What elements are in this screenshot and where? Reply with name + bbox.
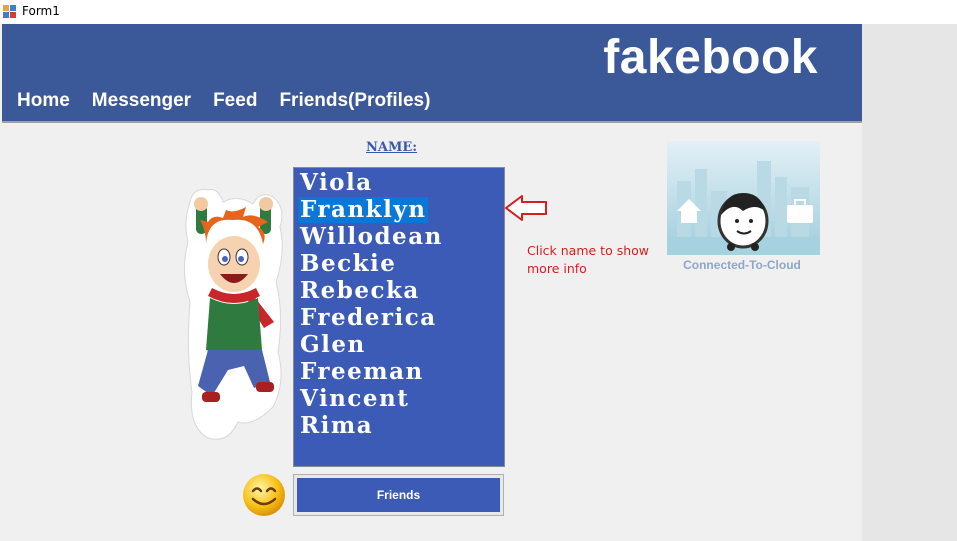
list-item[interactable]: Vincent xyxy=(298,386,411,412)
list-item-selected[interactable]: Franklyn xyxy=(298,197,429,223)
smiley-face-icon xyxy=(243,474,285,516)
nav-menu: Home Messenger Feed Friends(Profiles) xyxy=(17,90,430,112)
hint-text: Click name to show more info xyxy=(527,243,650,276)
winforms-app-icon xyxy=(3,5,16,18)
friends-listbox[interactable]: Viola Franklyn Willodean Beckie Rebecka … xyxy=(293,167,505,467)
name-label: NAME: xyxy=(366,140,418,155)
nav-messenger[interactable]: Messenger xyxy=(92,90,191,112)
list-item[interactable]: Freeman xyxy=(298,359,426,385)
list-item[interactable]: Viola xyxy=(298,170,375,196)
nav-friends-profiles[interactable]: Friends(Profiles) xyxy=(279,90,430,112)
friends-button[interactable]: Friends xyxy=(297,478,500,512)
connected-to-cloud-label: Connected-To-Cloud xyxy=(683,258,801,272)
list-item[interactable]: Beckie xyxy=(298,251,398,277)
nav-home[interactable]: Home xyxy=(17,90,70,112)
list-item[interactable]: Rima xyxy=(298,413,375,439)
list-item[interactable]: Willodean xyxy=(298,224,445,250)
list-item[interactable]: Frederica xyxy=(298,305,439,331)
window-titlebar: Form1 xyxy=(0,0,957,24)
nav-feed[interactable]: Feed xyxy=(213,90,257,112)
header-divider xyxy=(2,121,862,123)
header-bar: fakebook Home Messenger Feed Friends(Pro… xyxy=(2,24,862,121)
left-arrow-icon xyxy=(505,195,547,221)
window-title: Form1 xyxy=(22,4,60,18)
jumping-cartoon-boy-icon xyxy=(184,189,283,440)
fakebook-logo: fakebook xyxy=(603,31,818,84)
connected-to-cloud-icon xyxy=(667,141,820,255)
friends-button-frame: Friends xyxy=(293,474,504,516)
list-item[interactable]: Rebecka xyxy=(298,278,422,304)
list-item[interactable]: Glen xyxy=(298,332,368,358)
form-right-margin xyxy=(862,24,957,541)
